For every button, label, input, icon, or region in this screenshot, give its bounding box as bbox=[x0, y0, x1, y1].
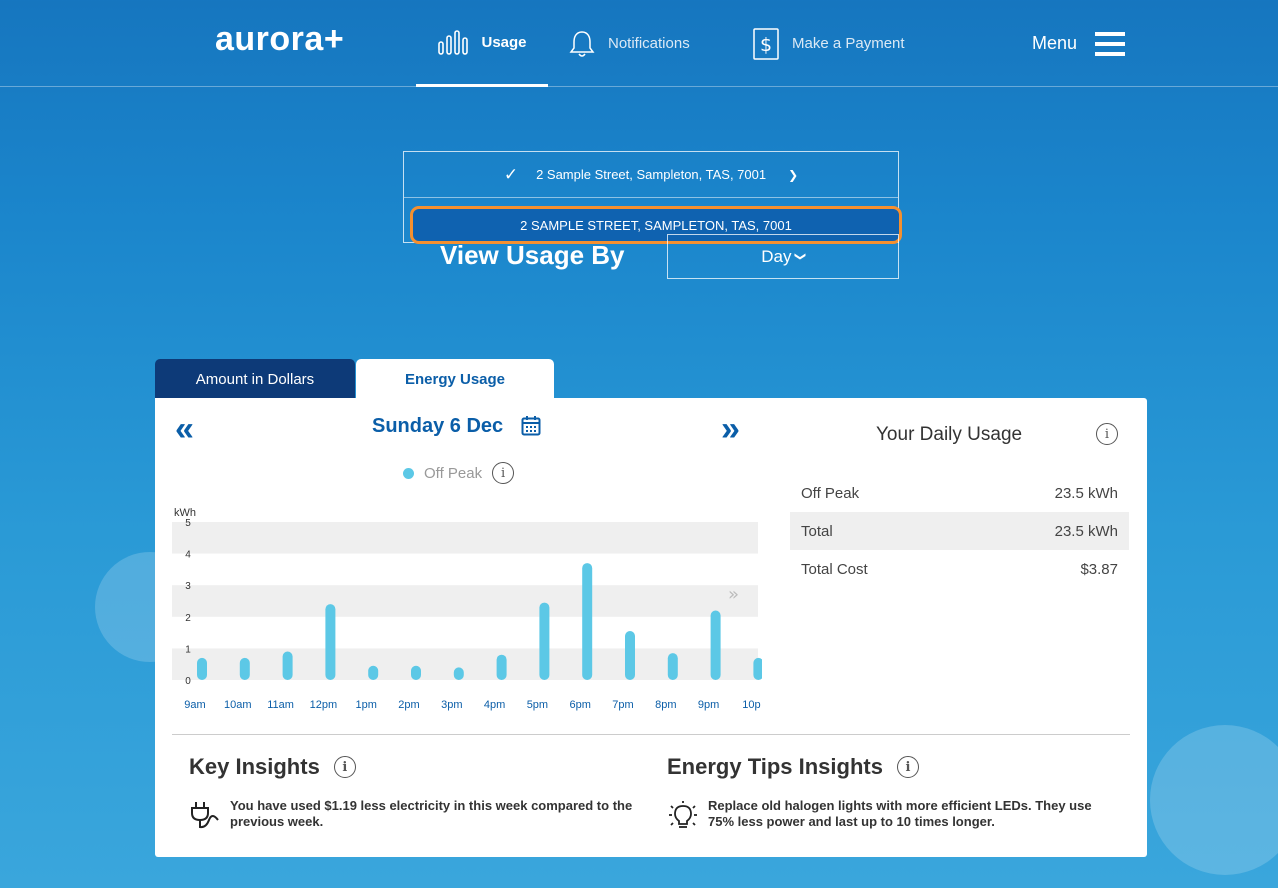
svg-text:$: $ bbox=[760, 34, 772, 56]
legend-off-peak-label: Off Peak bbox=[424, 464, 483, 482]
usage-bar bbox=[368, 665, 379, 680]
period-select[interactable]: Day ❯ bbox=[667, 234, 899, 279]
bell-icon bbox=[569, 30, 595, 57]
address-select[interactable]: ✓ 2 Sample Street, Sampleton, TAS, 7001 … bbox=[404, 152, 898, 198]
calendar-icon[interactable] bbox=[521, 415, 541, 437]
key-insight-text: You have used $1.19 less electricity in … bbox=[230, 798, 633, 829]
scroll-right-icon: » bbox=[728, 584, 739, 605]
daily-usage-title: Your Daily Usage bbox=[876, 424, 1023, 445]
view-usage-by-label: View Usage By bbox=[440, 240, 625, 270]
nav-usage[interactable]: Usage bbox=[416, 0, 548, 87]
info-icon[interactable]: i bbox=[1096, 423, 1118, 445]
x-tick-label: 10p bbox=[742, 699, 760, 711]
x-tick-label: 7pm bbox=[612, 699, 633, 711]
usage-row-label: Off Peak bbox=[801, 484, 860, 502]
chevron-down-icon: ❯ bbox=[793, 251, 806, 262]
usage-bar bbox=[582, 563, 593, 680]
aurora-logo[interactable]: aurora+ bbox=[215, 20, 344, 59]
y-tick-label: 0 bbox=[185, 676, 191, 687]
usage-bar bbox=[496, 654, 507, 680]
usage-row-total: Total 23.5 kWh bbox=[790, 512, 1129, 550]
key-insights-title: Key Insights bbox=[189, 754, 320, 779]
key-insights-heading: Key Insights i bbox=[189, 754, 356, 780]
lightbulb-icon bbox=[669, 801, 697, 828]
y-tick-label: 4 bbox=[185, 550, 191, 561]
background-bubble bbox=[1150, 725, 1278, 875]
off-peak-swatch bbox=[403, 467, 414, 479]
energy-tips-title: Energy Tips Insights bbox=[667, 754, 883, 779]
tab-amount-in-dollars[interactable]: Amount in Dollars bbox=[155, 359, 355, 399]
hamburger-icon bbox=[1095, 31, 1126, 56]
top-header: aurora+ Usage Notifications $ Make a Pay… bbox=[0, 0, 1278, 87]
previous-day-button[interactable]: « bbox=[175, 412, 194, 446]
y-tick-label: 3 bbox=[185, 581, 191, 592]
usage-bar bbox=[667, 653, 678, 680]
usage-bar bbox=[282, 651, 293, 680]
date-title: Sunday 6 Dec bbox=[372, 415, 504, 437]
usage-bar bbox=[197, 657, 207, 680]
usage-bar bbox=[753, 657, 762, 680]
x-tick-label: 9am bbox=[184, 699, 205, 711]
info-icon[interactable]: i bbox=[492, 462, 515, 484]
usage-row-label: Total Cost bbox=[801, 560, 868, 578]
usage-row-value: 23.5 kWh bbox=[1054, 484, 1118, 502]
nav-payment-label: Make a Payment bbox=[792, 35, 905, 52]
plug-icon bbox=[191, 802, 219, 829]
checkmark-icon: ✓ bbox=[503, 164, 519, 184]
usage-row-label: Total bbox=[801, 522, 833, 540]
x-tick-label: 5pm bbox=[527, 699, 548, 711]
address-selected-text: 2 Sample Street, Sampleton, TAS, 7001 bbox=[536, 167, 767, 182]
menu-label: Menu bbox=[1032, 33, 1078, 53]
period-select-value: Day bbox=[761, 246, 792, 266]
x-tick-label: 6pm bbox=[569, 699, 590, 711]
x-tick-label: 1pm bbox=[355, 699, 376, 711]
x-tick-label: 2pm bbox=[398, 699, 419, 711]
nav-usage-label: Usage bbox=[481, 33, 527, 51]
x-tick-label: 9pm bbox=[698, 699, 719, 711]
usage-row-value: 23.5 kWh bbox=[1054, 522, 1118, 540]
energy-tip-text: Replace old halogen lights with more eff… bbox=[708, 798, 1092, 829]
usage-bar bbox=[325, 604, 336, 680]
dollar-bill-icon: $ bbox=[753, 27, 779, 60]
usage-bar bbox=[411, 665, 421, 680]
usage-card: « Sunday 6 Dec » Off Peak i kWh 0 1 2 3 4 5 9am… bbox=[155, 398, 1147, 857]
section-divider bbox=[172, 734, 1130, 735]
usage-row-total-cost: Total Cost $3.87 bbox=[790, 550, 1129, 588]
nav-notifications[interactable]: Notifications bbox=[568, 0, 690, 87]
tab-energy-usage[interactable]: Energy Usage bbox=[356, 359, 554, 399]
usage-row-value: $3.87 bbox=[1080, 560, 1118, 578]
chart-legend: Off Peak i bbox=[403, 462, 515, 484]
x-tick-label: 3pm bbox=[441, 699, 462, 711]
x-tick-label: 11am bbox=[267, 699, 294, 711]
x-tick-label: 10am bbox=[224, 699, 252, 711]
chevron-down-icon: ❯ bbox=[788, 167, 799, 182]
nav-notifications-label: Notifications bbox=[608, 35, 690, 52]
usage-bar bbox=[625, 631, 635, 680]
x-tick-label: 12pm bbox=[310, 699, 338, 711]
nav-make-payment[interactable]: $ Make a Payment bbox=[752, 0, 905, 87]
y-tick-label: 1 bbox=[185, 644, 191, 655]
y-tick-label: 5 bbox=[185, 518, 191, 529]
x-tick-label: 8pm bbox=[655, 699, 676, 711]
usage-bar-chart: kWh0123459am 10am 11am 12pm 1pm 2pm 3pm 4pm 5pm 6… bbox=[172, 507, 762, 711]
energy-tips-heading: Energy Tips Insights i bbox=[667, 754, 919, 780]
info-icon[interactable]: i bbox=[333, 756, 356, 778]
next-day-button[interactable]: » bbox=[721, 412, 740, 446]
grid-band bbox=[172, 522, 758, 554]
menu-button[interactable]: Menu bbox=[1032, 0, 1126, 87]
usage-bar bbox=[453, 667, 464, 680]
grid-band bbox=[172, 585, 758, 617]
daily-usage-table: Off Peak 23.5 kWh Total 23.5 kWh Total C… bbox=[790, 474, 1129, 588]
address-dropdown: ✓ 2 Sample Street, Sampleton, TAS, 7001 … bbox=[403, 151, 902, 244]
usage-bar bbox=[710, 610, 721, 680]
bar-chart-icon bbox=[438, 30, 469, 55]
x-tick-label: 4pm bbox=[484, 699, 505, 711]
info-icon[interactable]: i bbox=[896, 756, 919, 778]
usage-row-off-peak: Off Peak 23.5 kWh bbox=[790, 474, 1129, 512]
usage-bar bbox=[239, 657, 250, 680]
y-tick-label: 2 bbox=[185, 613, 191, 624]
usage-bar bbox=[539, 602, 550, 680]
